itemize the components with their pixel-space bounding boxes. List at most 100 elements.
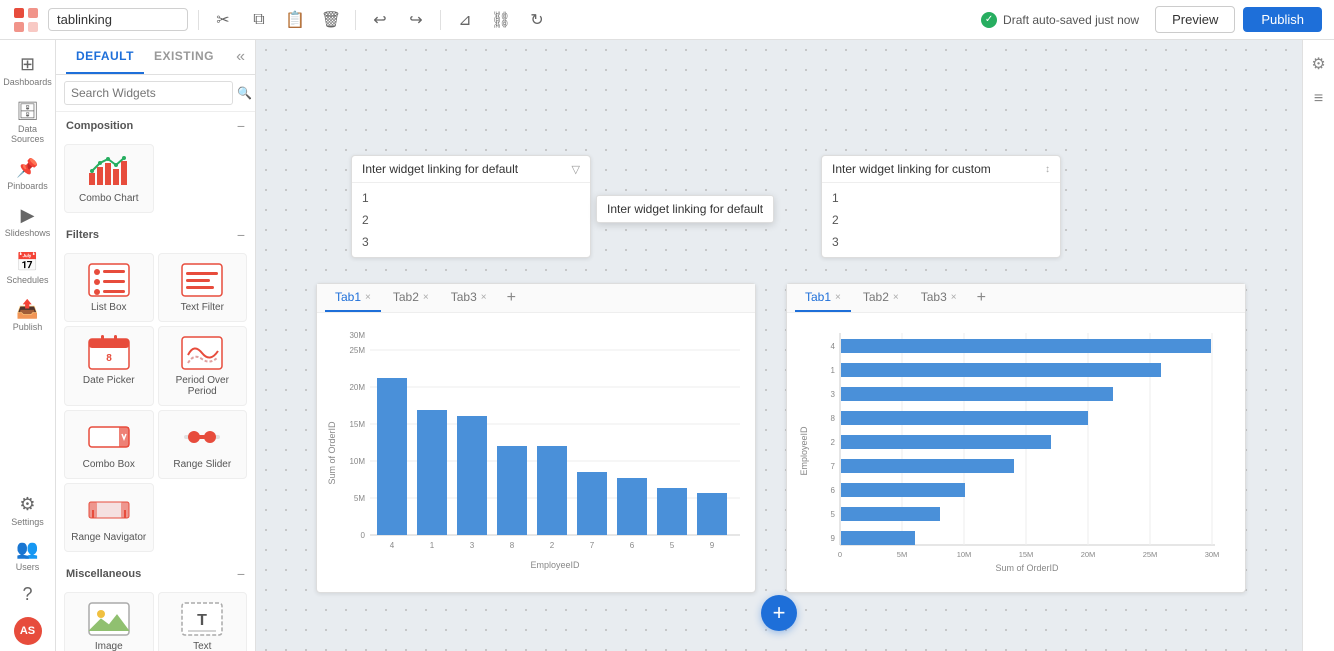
- svg-text:8: 8: [831, 414, 836, 423]
- image-label: Image: [95, 641, 123, 651]
- tab-right-add-button[interactable]: +: [969, 285, 994, 311]
- dropdown-right-item-2[interactable]: 2: [822, 209, 1060, 231]
- svg-text:0: 0: [361, 531, 366, 540]
- sidebar-item-avatar[interactable]: AS: [7, 611, 48, 651]
- section-header-filters: Filters −: [56, 221, 255, 249]
- publish-button[interactable]: Publish: [1243, 7, 1322, 32]
- refresh-button[interactable]: ↻: [523, 6, 551, 34]
- dropdown-left-item-1[interactable]: 1: [352, 187, 590, 209]
- dropdown-left-item-3[interactable]: 3: [352, 231, 590, 253]
- tab-left-tab1-close[interactable]: ×: [365, 292, 371, 303]
- sidebar-item-schedules-label: Schedules: [6, 275, 48, 285]
- tab-left-add-button[interactable]: +: [499, 285, 524, 311]
- tab-right-tab2[interactable]: Tab2 ×: [853, 284, 909, 312]
- right-panel-filter-icon[interactable]: ≡: [1308, 84, 1329, 114]
- tab-left-tab2-close[interactable]: ×: [423, 292, 429, 303]
- widget-item-date-picker[interactable]: 8 Date Picker: [64, 326, 154, 406]
- svg-text:2: 2: [550, 541, 555, 550]
- section-filters-collapse[interactable]: −: [237, 227, 245, 243]
- tab-right-tab3-close[interactable]: ×: [951, 292, 957, 303]
- widget-item-range-navigator[interactable]: Range Navigator: [64, 483, 154, 552]
- svg-text:Sum of OrderID: Sum of OrderID: [995, 563, 1059, 573]
- tab-left-tab1[interactable]: Tab1 ×: [325, 284, 381, 312]
- canvas-area[interactable]: Inter widget linking for default ▽ 1 2 3…: [256, 40, 1302, 651]
- topbar-divider-3: [440, 10, 441, 30]
- tooltip: Inter widget linking for default: [596, 195, 774, 223]
- sidebar-item-data-sources-label: Data Sources: [4, 124, 51, 144]
- svg-text:5M: 5M: [354, 494, 365, 503]
- cut-button[interactable]: ✂: [209, 6, 237, 34]
- collapse-panel-button[interactable]: «: [236, 40, 245, 74]
- dropdown-right-item-1[interactable]: 1: [822, 187, 1060, 209]
- svg-text:EmployeeID: EmployeeID: [530, 560, 580, 570]
- sidebar-bottom: ⚙ Settings 👥 Users ? AS: [7, 488, 48, 651]
- right-bar-chart: EmployeeID 4 1 3 8 2 7 6 5 9: [795, 323, 1235, 578]
- settings-icon: ⚙: [19, 494, 35, 515]
- tab-right-tab3[interactable]: Tab3 ×: [911, 284, 967, 312]
- widget-item-range-slider[interactable]: Range Slider: [158, 410, 248, 479]
- tab-right-tab2-close[interactable]: ×: [893, 292, 899, 303]
- sidebar-item-data-sources[interactable]: 🗄 Data Sources: [0, 95, 55, 150]
- topbar-divider-1: [198, 10, 199, 30]
- section-header-misc: Miscellaneous −: [56, 560, 255, 588]
- svg-text:7: 7: [831, 462, 836, 471]
- range-slider-icon: [180, 419, 224, 455]
- svg-text:5: 5: [831, 510, 836, 519]
- svg-text:8: 8: [510, 541, 515, 550]
- dropdown-left-item-2[interactable]: 2: [352, 209, 590, 231]
- paste-button[interactable]: 📋: [281, 6, 309, 34]
- redo-button[interactable]: ↪: [402, 6, 430, 34]
- sidebar-item-slideshows[interactable]: ▶ Slideshows: [0, 199, 55, 244]
- tab-right-tab1-close[interactable]: ×: [835, 292, 841, 303]
- dropdown-widget-left[interactable]: Inter widget linking for default ▽ 1 2 3: [351, 155, 591, 258]
- section-misc-collapse[interactable]: −: [237, 566, 245, 582]
- widget-item-text-filter[interactable]: Text Filter: [158, 253, 248, 322]
- tab-right-tab1[interactable]: Tab1 ×: [795, 284, 851, 312]
- widget-item-image[interactable]: Image: [64, 592, 154, 651]
- svg-text:9: 9: [710, 541, 715, 550]
- sidebar-item-users-label: Users: [16, 562, 40, 572]
- undo-button[interactable]: ↩: [366, 6, 394, 34]
- sidebar-item-users[interactable]: 👥 Users: [7, 533, 48, 578]
- sidebar-item-publish-label: Publish: [13, 322, 43, 332]
- sidebar-item-schedules[interactable]: 📅 Schedules: [0, 246, 55, 291]
- search-input[interactable]: [64, 81, 233, 105]
- widget-item-combo-chart[interactable]: Combo Chart: [64, 144, 154, 213]
- sidebar-item-settings[interactable]: ⚙ Settings: [7, 488, 48, 533]
- svg-text:5: 5: [670, 541, 675, 550]
- data-sources-icon: 🗄: [16, 101, 39, 122]
- sidebar-item-pinboards-label: Pinboards: [7, 181, 48, 191]
- sidebar-item-publish[interactable]: 📤 Publish: [0, 293, 55, 338]
- widget-item-list-box[interactable]: List Box: [64, 253, 154, 322]
- range-navigator-icon: [87, 492, 131, 528]
- tab-left-tab3[interactable]: Tab3 ×: [441, 284, 497, 312]
- app-name-input[interactable]: [48, 8, 188, 31]
- copy-button[interactable]: ⧉: [245, 6, 273, 34]
- dropdown-right-scroll: ↕: [1045, 164, 1050, 175]
- delete-button[interactable]: 🗑: [317, 6, 345, 34]
- text-label: Text: [193, 641, 211, 651]
- tab-default[interactable]: DEFAULT: [66, 40, 144, 74]
- add-widget-button[interactable]: +: [761, 595, 797, 631]
- filter-button[interactable]: ⊿: [451, 6, 479, 34]
- svg-text:10M: 10M: [957, 550, 972, 559]
- check-circle-icon: ✓: [981, 12, 997, 28]
- tab-existing[interactable]: EXISTING: [144, 40, 224, 74]
- combo-chart-label: Combo Chart: [79, 193, 138, 204]
- sidebar-item-pinboards[interactable]: 📌 Pinboards: [0, 152, 55, 197]
- preview-button[interactable]: Preview: [1155, 6, 1235, 33]
- sidebar-item-help[interactable]: ?: [7, 578, 48, 611]
- link-button[interactable]: ⛓: [487, 6, 515, 34]
- dropdown-widget-right[interactable]: Inter widget linking for custom ↕ 1 2 3: [821, 155, 1061, 258]
- section-composition-collapse[interactable]: −: [237, 118, 245, 134]
- right-panel-settings-icon[interactable]: ⚙: [1305, 48, 1331, 80]
- sidebar-item-dashboards[interactable]: ⊞ Dashboards: [0, 48, 55, 93]
- dropdown-right-item-3[interactable]: 3: [822, 231, 1060, 253]
- widget-item-combo-box[interactable]: Combo Box: [64, 410, 154, 479]
- widget-item-text[interactable]: T Text: [158, 592, 248, 651]
- tab-left-tab3-close[interactable]: ×: [481, 292, 487, 303]
- tab-left-tab2[interactable]: Tab2 ×: [383, 284, 439, 312]
- widget-item-period-over-period[interactable]: Period Over Period: [158, 326, 248, 406]
- users-icon: 👥: [16, 539, 38, 560]
- svg-text:3: 3: [831, 390, 836, 399]
